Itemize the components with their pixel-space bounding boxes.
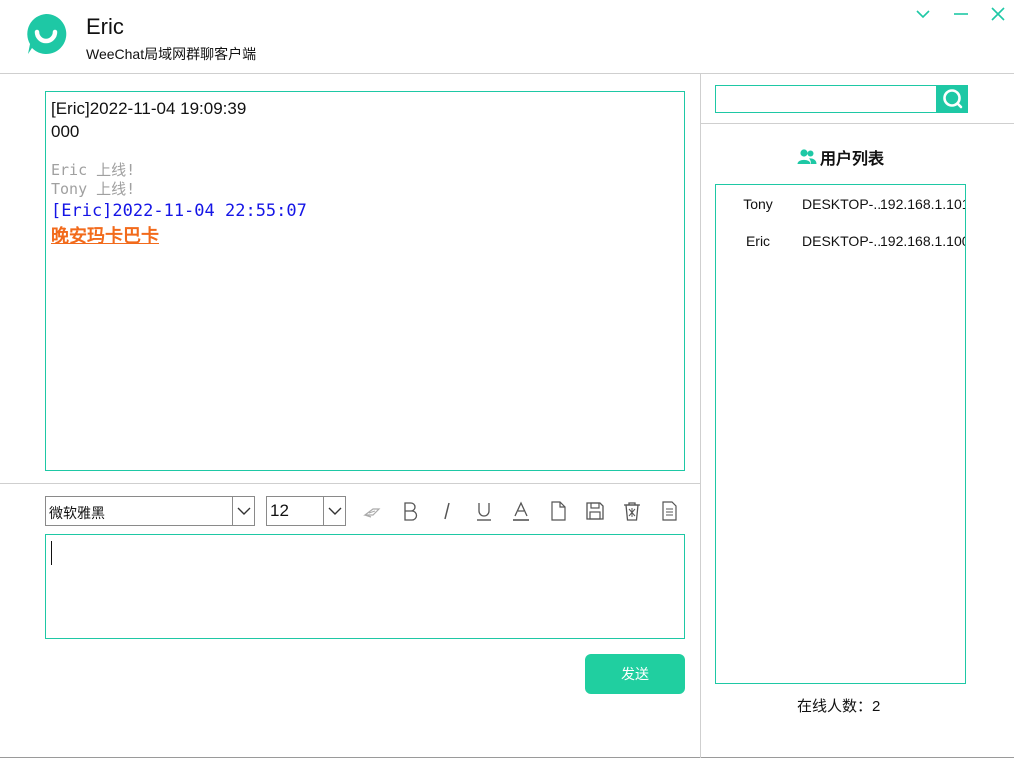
history-icon[interactable] xyxy=(657,499,681,523)
search-input[interactable] xyxy=(715,85,937,113)
user-host: DESKTOP-... xyxy=(802,196,880,212)
chevron-down-icon[interactable] xyxy=(232,497,254,525)
user-name: Tony xyxy=(743,196,773,212)
open-file-icon[interactable] xyxy=(546,499,570,523)
font-size-value: 12 xyxy=(270,501,289,520)
user-ip: 192.168.1.100 xyxy=(880,233,966,249)
chevron-down-icon[interactable] xyxy=(913,4,933,24)
users-icon xyxy=(797,149,817,164)
search-button[interactable] xyxy=(937,85,968,113)
message-body: 000 xyxy=(51,122,80,141)
bold-icon[interactable] xyxy=(398,499,422,523)
user-row[interactable]: Eric DESKTOP-... 192.168.1.100 xyxy=(716,231,966,255)
system-message: Tony 上线! xyxy=(51,180,136,198)
message-header: [Eric]2022-11-04 19:09:39 xyxy=(51,99,247,118)
user-name: Eric xyxy=(745,233,771,249)
close-icon[interactable] xyxy=(988,4,1008,24)
message-body: 晚安玛卡巴卡 xyxy=(51,226,159,246)
clear-format-icon[interactable] xyxy=(360,499,384,523)
text-caret xyxy=(51,541,52,565)
font-family-value: 微软雅黑 xyxy=(49,505,105,521)
save-icon[interactable] xyxy=(583,499,607,523)
font-family-select[interactable]: 微软雅黑 xyxy=(45,496,255,526)
pane-divider[interactable] xyxy=(0,483,700,484)
users-pane: 用户列表 Tony DESKTOP-... 192.168.1.101 Eric… xyxy=(701,74,1014,758)
font-color-icon[interactable] xyxy=(509,499,533,523)
users-title-label: 用户列表 xyxy=(820,151,885,168)
online-count: 在线人数：2 xyxy=(797,698,881,715)
window-title: Eric xyxy=(86,14,124,39)
chevron-down-icon[interactable] xyxy=(323,497,345,525)
user-ip: 192.168.1.101 xyxy=(880,196,966,212)
user-row[interactable]: Tony DESKTOP-... 192.168.1.101 xyxy=(716,194,966,218)
user-host: DESKTOP-... xyxy=(802,233,880,249)
users-title: 用户列表 xyxy=(797,145,884,169)
app-window: Eric WeeChat局域网群聊客户端 [Eric]2022-11-04 19… xyxy=(0,0,1014,758)
system-message: Eric 上线! xyxy=(51,161,136,179)
minimize-icon[interactable] xyxy=(951,4,971,24)
users-list[interactable]: Tony DESKTOP-... 192.168.1.101 Eric DESK… xyxy=(715,184,966,684)
font-size-select[interactable]: 12 xyxy=(266,496,346,526)
section-divider xyxy=(701,123,1014,124)
delete-icon[interactable] xyxy=(620,499,644,523)
chat-pane: [Eric]2022-11-04 19:09:39 000 Eric 上线! T… xyxy=(0,74,700,758)
title-bar: Eric WeeChat局域网群聊客户端 xyxy=(0,0,1014,74)
window-subtitle: WeeChat局域网群聊客户端 xyxy=(86,46,257,62)
weechat-logo-icon xyxy=(24,12,68,56)
underline-icon[interactable] xyxy=(472,499,496,523)
chat-history[interactable]: [Eric]2022-11-04 19:09:39 000 Eric 上线! T… xyxy=(45,91,685,471)
italic-icon[interactable] xyxy=(435,499,459,523)
send-button[interactable]: 发送 xyxy=(585,654,685,694)
message-input[interactable] xyxy=(45,534,685,639)
message-header: [Eric]2022-11-04 22:55:07 xyxy=(51,201,307,221)
format-toolbar: 微软雅黑 12 xyxy=(45,496,690,526)
search-icon xyxy=(942,89,962,109)
